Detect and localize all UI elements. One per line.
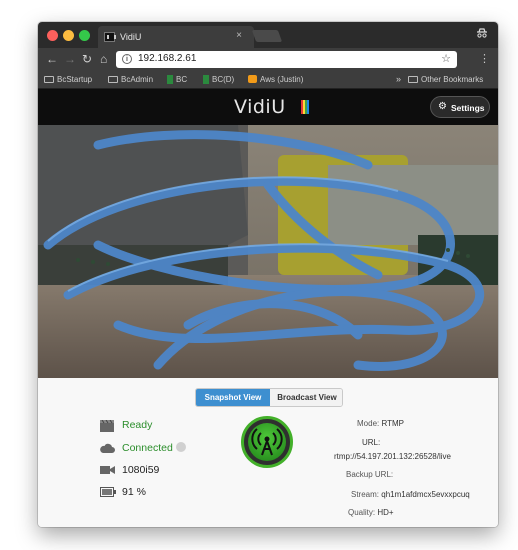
backup-url-row: Backup URL: <box>346 470 393 479</box>
url-label: URL: <box>362 438 381 447</box>
stream-label: Stream: <box>351 490 380 499</box>
broadcast-view-button[interactable]: Broadcast View <box>270 389 342 406</box>
url-text[interactable]: 192.168.2.61 <box>138 53 196 64</box>
incognito-icon <box>476 27 488 42</box>
bookmark-aws-justin[interactable]: Aws (Justin) <box>248 75 303 84</box>
resolution-value: 1080i59 <box>122 464 160 476</box>
mode-label: Mode: <box>357 419 380 428</box>
app-header: VidiU ⚙ Settings <box>38 89 498 125</box>
folder-icon <box>44 76 54 83</box>
bookmark-bcstartup[interactable]: BcStartup <box>44 75 92 84</box>
stream-row: Stream: qh1m1afdmcx5evxxpcuq <box>351 490 470 499</box>
mode-row: Mode: RTMP <box>357 419 404 428</box>
connection-info-icon[interactable] <box>175 442 186 452</box>
quality-value: HD+ <box>377 508 394 517</box>
bookmark-label: BcStartup <box>57 75 93 84</box>
bookmarks-overflow-icon[interactable]: » <box>396 74 401 84</box>
tab-vidiu[interactable]: VidiU × <box>98 26 254 48</box>
bookmark-icon <box>203 75 209 84</box>
reload-icon[interactable]: ↻ <box>82 52 92 66</box>
back-icon[interactable]: ← <box>46 52 58 66</box>
settings-button[interactable]: ⚙ Settings <box>430 96 490 118</box>
broadcast-antenna-icon <box>248 423 286 461</box>
bookmark-icon <box>167 75 173 84</box>
bookmark-bc[interactable]: BC <box>167 75 187 84</box>
home-icon[interactable]: ⌂ <box>100 52 107 66</box>
snapshot-view-button[interactable]: Snapshot View <box>196 389 270 406</box>
new-tab-button[interactable] <box>251 30 283 42</box>
url-value: rtmp://54.197.201.132:26528/live <box>334 452 451 461</box>
bookmark-label: Aws (Justin) <box>260 75 304 84</box>
vidiu-logo: VidiU <box>234 96 286 118</box>
bookmark-bc-d[interactable]: BC(D) <box>203 75 234 84</box>
maximize-window-button[interactable] <box>79 30 90 41</box>
tab-strip: VidiU × <box>38 22 498 48</box>
bookmark-bcadmin[interactable]: BcAdmin <box>108 75 153 84</box>
tab-title: VidiU <box>120 32 142 42</box>
bookmark-label: BcAdmin <box>121 75 154 84</box>
video-camera-icon <box>100 465 115 478</box>
broadcast-button[interactable] <box>241 416 293 468</box>
address-bar[interactable]: i 192.168.2.61 ☆ <box>116 51 457 68</box>
gear-icon: ⚙ <box>438 101 447 112</box>
other-bookmarks-label: Other Bookmarks <box>421 75 484 84</box>
browser-menu-icon[interactable]: ⋮ <box>479 52 490 65</box>
video-snapshot <box>38 125 498 378</box>
mode-value: RTMP <box>381 419 404 428</box>
folder-icon <box>108 76 118 83</box>
battery-icon <box>100 487 116 500</box>
status-ready: Ready <box>122 419 153 431</box>
bookmark-star-icon[interactable]: ☆ <box>441 52 451 65</box>
tab-close-icon[interactable]: × <box>236 30 242 41</box>
bookmarks-bar: BcStartup BcAdmin BC BC(D) Aws (Justin) … <box>38 71 498 89</box>
quality-label: Quality: <box>348 508 376 517</box>
close-window-button[interactable] <box>47 30 58 41</box>
status-connected: Connected <box>122 442 186 454</box>
snapshot-image <box>38 125 498 378</box>
aws-icon <box>248 75 257 83</box>
backup-url-label: Backup URL: <box>346 470 394 479</box>
vidiu-favicon-icon <box>104 32 116 42</box>
status-panel: Snapshot View Broadcast View Ready Conne… <box>38 378 498 527</box>
browser-window: VidiU × ← → ↻ ⌂ i 192.168.2.61 ☆ ⋮ BcSta… <box>38 22 498 527</box>
browser-toolbar: ← → ↻ ⌂ i 192.168.2.61 ☆ ⋮ <box>38 48 498 71</box>
cloud-icon <box>100 443 115 457</box>
other-bookmarks[interactable]: Other Bookmarks <box>408 75 483 84</box>
view-toggle: Snapshot View Broadcast View <box>195 388 343 407</box>
settings-label: Settings <box>451 103 485 113</box>
info-icon[interactable]: i <box>122 54 132 64</box>
forward-icon[interactable]: → <box>64 52 76 66</box>
bookmark-label: BC <box>176 75 188 84</box>
bookmark-label: BC(D) <box>212 75 235 84</box>
logo-color-bars <box>301 100 309 114</box>
stream-value: qh1m1afdmcx5evxxpcuq <box>381 490 470 499</box>
connected-label: Connected <box>122 442 173 454</box>
clapperboard-icon <box>100 419 114 435</box>
folder-icon <box>408 76 418 83</box>
battery-value: 91 % <box>122 486 146 498</box>
quality-row: Quality: HD+ <box>348 508 394 517</box>
minimize-window-button[interactable] <box>63 30 74 41</box>
